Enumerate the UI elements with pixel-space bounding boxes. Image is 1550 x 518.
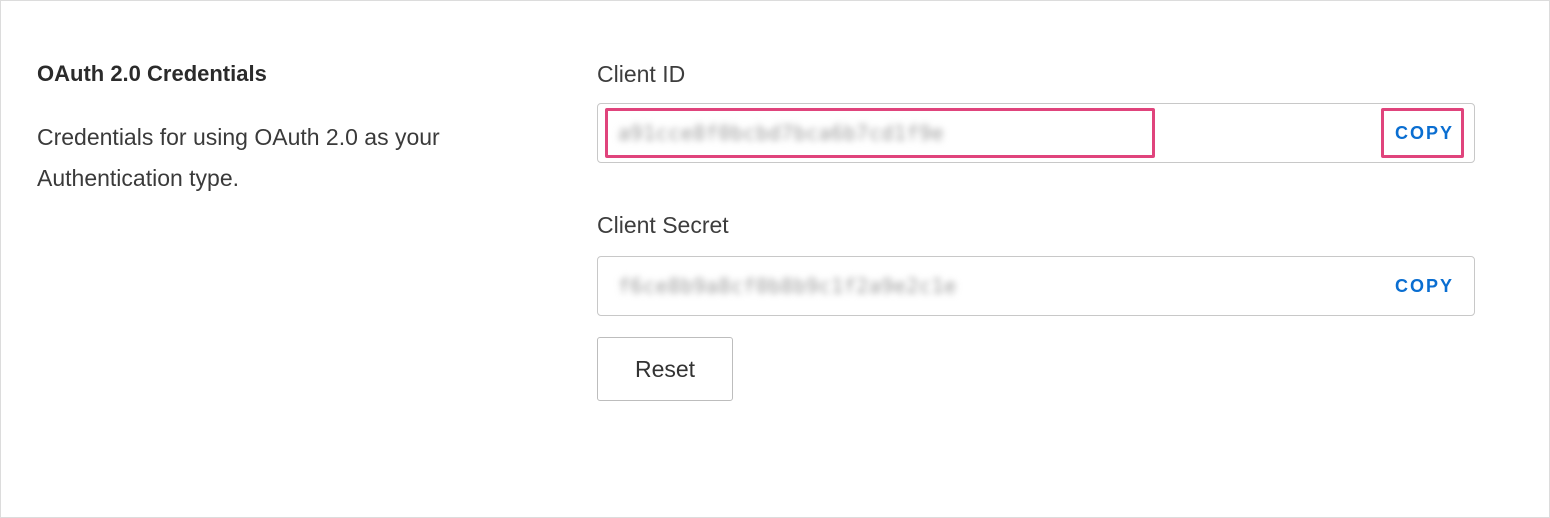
client-id-field[interactable]: a91cce8f0bcbd7bca6b7cd1f9e COPY [597, 103, 1475, 163]
copy-client-secret-button[interactable]: COPY [1395, 276, 1454, 297]
client-secret-value[interactable]: f6ce8b9a8cf0b8b9c1f2a9e2c1e [618, 274, 957, 298]
client-secret-field[interactable]: f6ce8b9a8cf0b8b9c1f2a9e2c1e COPY [597, 256, 1475, 316]
credentials-panel: OAuth 2.0 Credentials Credentials for us… [0, 0, 1550, 518]
section-title: OAuth 2.0 Credentials [37, 61, 267, 86]
client-id-value[interactable]: a91cce8f0bcbd7bca6b7cd1f9e [618, 121, 944, 145]
client-id-label: Client ID [597, 61, 686, 87]
client-secret-label: Client Secret [597, 212, 729, 238]
reset-button[interactable]: Reset [597, 337, 733, 401]
copy-client-id-button[interactable]: COPY [1395, 123, 1454, 144]
section-description: Credentials for using OAuth 2.0 as your … [37, 124, 440, 191]
